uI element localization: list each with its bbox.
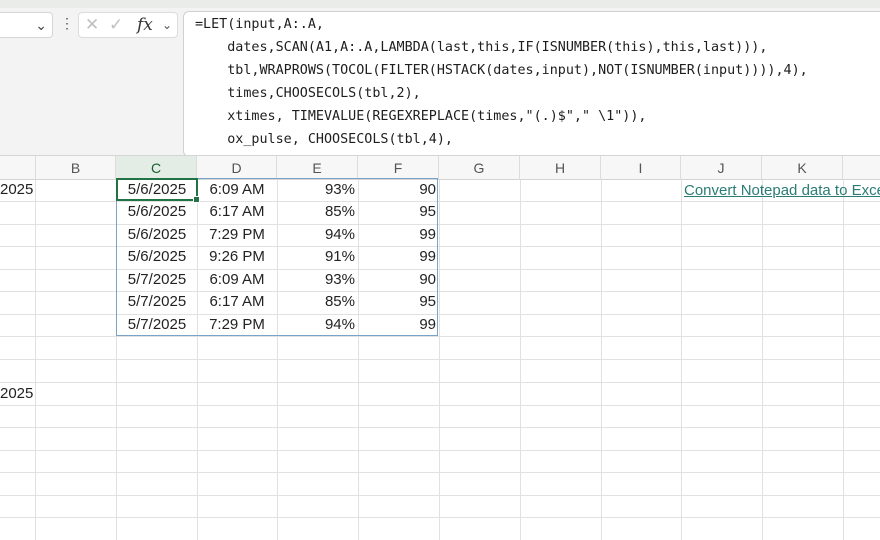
table-cell-oxygen[interactable]: 85%: [277, 291, 355, 313]
table-cell-time[interactable]: 7:29 PM: [197, 314, 277, 336]
gridline: [681, 180, 682, 540]
table-cell-oxygen[interactable]: 94%: [277, 314, 355, 336]
gridline: [0, 472, 880, 473]
name-box[interactable]: ⌄: [0, 12, 53, 38]
column-header-k[interactable]: K: [762, 156, 843, 180]
gridline: [0, 336, 880, 337]
table-cell-date[interactable]: 5/7/2025: [117, 291, 197, 313]
table-cell-pulse[interactable]: 90: [358, 179, 436, 201]
table-cell-pulse[interactable]: 99: [358, 224, 436, 246]
insert-function-button[interactable]: fx: [137, 13, 153, 37]
column-header-a[interactable]: [0, 156, 36, 180]
column-header-l[interactable]: [843, 156, 880, 180]
column-header-b[interactable]: B: [36, 156, 116, 180]
gridline: [0, 450, 880, 451]
column-headers: B C D E F G H I J K: [0, 156, 880, 180]
table-cell-date[interactable]: 5/6/2025: [117, 179, 197, 201]
table-cell-date[interactable]: 5/6/2025: [117, 246, 197, 268]
window-top-strip: [0, 0, 880, 8]
formula-line: tbl,WRAPROWS(TOCOL(FILTER(HSTACK(dates,i…: [195, 63, 808, 78]
table-cell-oxygen[interactable]: 94%: [277, 224, 355, 246]
formula-buttons: ✕ ✓ fx ⌄: [78, 12, 178, 38]
table-cell-pulse[interactable]: 95: [358, 201, 436, 223]
table-cell-oxygen[interactable]: 93%: [277, 179, 355, 201]
gridline: [0, 427, 880, 428]
column-header-g[interactable]: G: [439, 156, 520, 180]
table-cell-oxygen[interactable]: 93%: [277, 269, 355, 291]
table-cell-pulse[interactable]: 99: [358, 246, 436, 268]
chevron-down-icon[interactable]: ⌄: [162, 15, 172, 35]
gridline: [0, 382, 880, 383]
hyperlink-cell[interactable]: Convert Notepad data to Excel: [684, 180, 880, 202]
table-cell-pulse[interactable]: 99: [358, 314, 436, 336]
table-cell-time[interactable]: 6:09 AM: [197, 269, 277, 291]
table-cell-date[interactable]: 5/6/2025: [117, 201, 197, 223]
gridline: [0, 517, 880, 518]
table-cell-time[interactable]: 9:26 PM: [197, 246, 277, 268]
table-cell-date[interactable]: 5/7/2025: [117, 314, 197, 336]
column-header-c[interactable]: C: [116, 156, 197, 180]
gridline: [762, 180, 763, 540]
table-cell-oxygen[interactable]: 91%: [277, 246, 355, 268]
table-cell-time[interactable]: 6:17 AM: [197, 201, 277, 223]
gridline: [0, 359, 880, 360]
table-cell-time[interactable]: 6:09 AM: [197, 179, 277, 201]
column-header-f[interactable]: F: [358, 156, 439, 180]
gridline: [0, 495, 880, 496]
formula-line: xtimes, TIMEVALUE(REGEXREPLACE(times,"(.…: [195, 109, 647, 124]
cell-a-value[interactable]: 2025: [0, 383, 33, 405]
table-cell-pulse[interactable]: 90: [358, 269, 436, 291]
table-cell-time[interactable]: 6:17 AM: [197, 291, 277, 313]
more-options-icon[interactable]: ⋮: [60, 14, 74, 32]
gridline: [601, 180, 602, 540]
table-cell-time[interactable]: 7:29 PM: [197, 224, 277, 246]
gridline: [843, 180, 844, 540]
formula-input[interactable]: =LET(input,A:.A, dates,SCAN(A1,A:.A,LAMB…: [183, 11, 880, 157]
column-header-h[interactable]: H: [520, 156, 601, 180]
column-header-d[interactable]: D: [197, 156, 277, 180]
table-cell-pulse[interactable]: 95: [358, 291, 436, 313]
gridline: [439, 180, 440, 540]
column-header-e[interactable]: E: [277, 156, 358, 180]
table-cell-date[interactable]: 5/6/2025: [117, 224, 197, 246]
table-cell-date[interactable]: 5/7/2025: [117, 269, 197, 291]
formula-line: times,CHOOSECOLS(tbl,2),: [195, 86, 421, 101]
column-header-i[interactable]: I: [601, 156, 681, 180]
formula-bar: ⌄ ⋮ ✕ ✓ fx ⌄ =LET(input,A:.A, dates,SCAN…: [0, 8, 880, 157]
gridline: [520, 180, 521, 540]
formula-line: ox_pulse, CHOOSECOLS(tbl,4),: [195, 132, 453, 147]
close-icon[interactable]: ✕: [85, 14, 99, 36]
column-header-j[interactable]: J: [681, 156, 762, 180]
gridline: [35, 180, 36, 540]
cell-a-value[interactable]: 2025: [0, 179, 33, 201]
formula-line: dates,SCAN(A1,A:.A,LAMBDA(last,this,IF(I…: [195, 40, 768, 55]
chevron-down-icon[interactable]: ⌄: [35, 15, 47, 35]
formula-line: =LET(input,A:.A,: [195, 17, 324, 32]
table-cell-oxygen[interactable]: 85%: [277, 201, 355, 223]
checkmark-icon[interactable]: ✓: [109, 14, 123, 36]
gridline: [0, 405, 880, 406]
